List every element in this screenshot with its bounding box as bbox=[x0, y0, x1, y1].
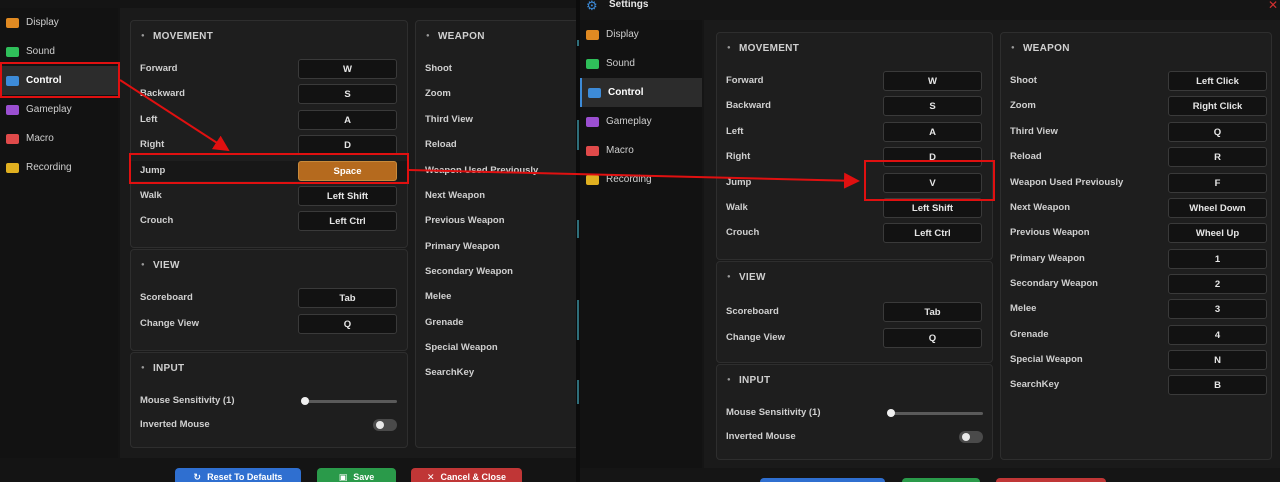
annotation-arrows bbox=[119, 79, 860, 189]
annotation-arrow bbox=[408, 169, 860, 189]
annotation-arrow bbox=[119, 79, 230, 152]
